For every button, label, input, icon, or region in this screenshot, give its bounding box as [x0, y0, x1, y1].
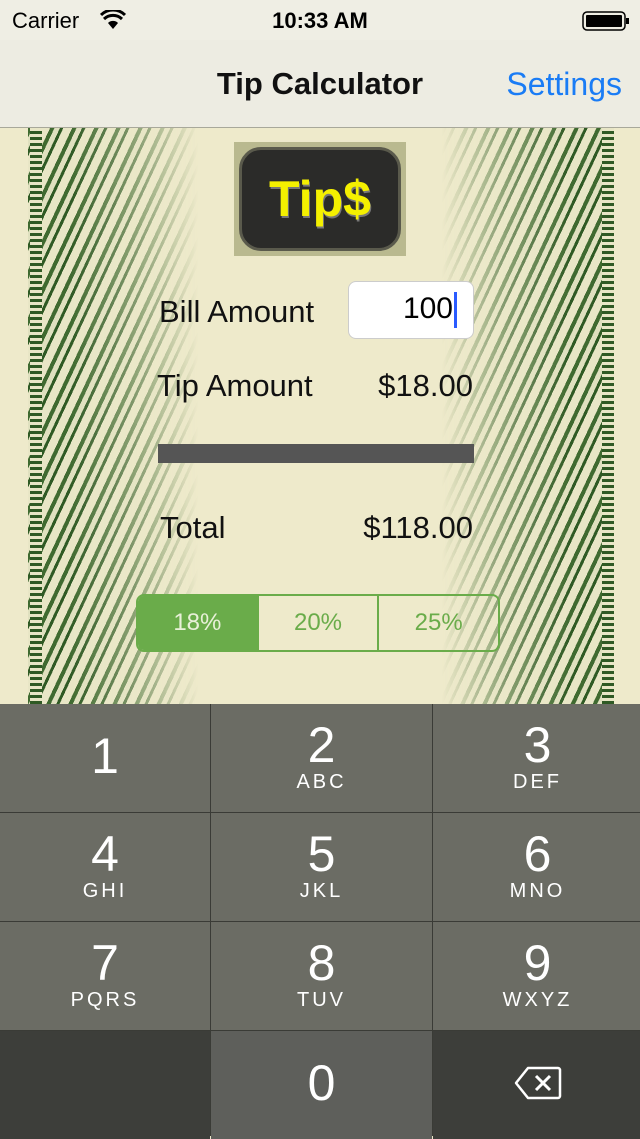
- tip-amount-label: Tip Amount: [157, 368, 313, 403]
- key-6[interactable]: 6 MNO: [433, 813, 640, 921]
- bill-amount-label: Bill Amount: [159, 294, 315, 329]
- key-8[interactable]: 8 TUV: [211, 922, 432, 1030]
- key-empty: [0, 1031, 210, 1139]
- divider-bar: [158, 444, 474, 463]
- backspace-icon: [514, 1066, 561, 1100]
- number-keypad: 1 2 ABC 3 DEF 4 GHI 5 JKL 6 MNO 7 PQRS 8 TUV 9W…: [0, 704, 640, 1139]
- delete-key[interactable]: [433, 1031, 640, 1139]
- key-2[interactable]: 2 ABC: [211, 704, 432, 812]
- tip-percent-segmented-control: 18% 20% 25%: [136, 594, 500, 652]
- segment-20[interactable]: 20%: [256, 596, 378, 650]
- navigation-bar: Tip Calculator Settings: [0, 40, 640, 128]
- key-1[interactable]: 1: [0, 704, 210, 812]
- settings-button[interactable]: Settings: [506, 66, 622, 103]
- key-0[interactable]: 0: [211, 1031, 432, 1139]
- tips-logo: Tip$: [234, 142, 406, 256]
- segment-25[interactable]: 25%: [377, 596, 498, 650]
- tip-amount-value: $18.00: [378, 368, 473, 403]
- key-4[interactable]: 4 GHI: [0, 813, 210, 921]
- text-caret: [454, 292, 457, 329]
- status-bar: Carrier 10:33 AM: [0, 0, 640, 40]
- right-border: [602, 128, 614, 704]
- total-label: Total: [160, 510, 226, 545]
- segment-18[interactable]: 18%: [138, 596, 257, 650]
- bill-amount-input[interactable]: 100: [348, 281, 474, 339]
- clock: 10:33 AM: [272, 8, 368, 33]
- key-9[interactable]: 9 WXYZ: [433, 922, 640, 1030]
- key-5[interactable]: 5 JKL: [211, 813, 432, 921]
- left-border: [30, 128, 42, 704]
- battery-icon: [582, 11, 629, 31]
- key-3[interactable]: 3 DEF: [433, 704, 640, 812]
- total-value: $118.00: [363, 510, 473, 545]
- key-7[interactable]: 7 PQRS: [0, 922, 210, 1030]
